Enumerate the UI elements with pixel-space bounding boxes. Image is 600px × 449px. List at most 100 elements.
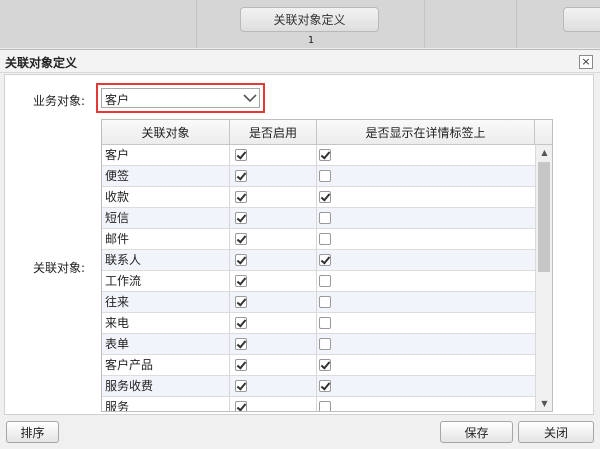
business-object-select[interactable]: 客户: [101, 88, 260, 108]
show-in-tab-checkbox[interactable]: [319, 380, 331, 392]
enabled-cell: [230, 166, 317, 186]
related-objects-grid: 关联对象 是否启用 是否显示在详情标签上 客户 便签 收款 短信 邮件 联系人 工作流 往来来…: [101, 119, 553, 412]
enabled-checkbox[interactable]: [235, 170, 247, 182]
table-row[interactable]: 联系人: [102, 250, 535, 271]
enabled-checkbox[interactable]: [235, 338, 247, 350]
enabled-checkbox[interactable]: [235, 359, 247, 371]
show-in-tab-checkbox[interactable]: [319, 233, 331, 245]
enabled-checkbox[interactable]: [235, 212, 247, 224]
background-row-number: 1: [307, 35, 315, 46]
related-objects-label: 关联对象:: [33, 261, 86, 275]
related-object-name: 便签: [102, 166, 230, 186]
show-in-tab-checkbox[interactable]: [319, 401, 331, 411]
table-row[interactable]: 便签: [102, 166, 535, 187]
enabled-cell: [230, 334, 317, 354]
show-in-tab-cell: [317, 208, 535, 228]
related-object-name: 短信: [102, 208, 230, 228]
show-in-tab-cell: [317, 313, 535, 333]
business-object-label: 业务对象:: [33, 94, 86, 108]
show-in-tab-checkbox[interactable]: [319, 170, 331, 182]
table-row[interactable]: 来电: [102, 313, 535, 334]
sort-button[interactable]: 排序: [6, 421, 59, 443]
show-in-tab-checkbox[interactable]: [319, 359, 331, 371]
table-row[interactable]: 收款: [102, 187, 535, 208]
related-object-name: 服务收费: [102, 376, 230, 396]
related-object-name: 往来: [102, 292, 230, 312]
table-row[interactable]: 邮件: [102, 229, 535, 250]
scrollbar-thumb[interactable]: [538, 162, 550, 272]
enabled-checkbox[interactable]: [235, 254, 247, 266]
enabled-checkbox[interactable]: [235, 233, 247, 245]
enabled-checkbox[interactable]: [235, 296, 247, 308]
related-object-name: 收款: [102, 187, 230, 207]
dialog-titlebar: 关联对象定义 ×: [0, 50, 600, 73]
show-in-tab-cell: [317, 166, 535, 186]
show-in-tab-cell: [317, 271, 535, 291]
dialog-title: 关联对象定义: [5, 56, 78, 70]
enabled-cell: [230, 208, 317, 228]
save-button[interactable]: 保存: [440, 421, 513, 443]
background-related-object-button[interactable]: 关联对象定义: [240, 7, 379, 32]
background-partial-button[interactable]: [563, 7, 600, 32]
enabled-cell: [230, 229, 317, 249]
table-row[interactable]: 表单: [102, 334, 535, 355]
enabled-checkbox[interactable]: [235, 317, 247, 329]
show-in-tab-checkbox[interactable]: [319, 149, 331, 161]
triangle-down-icon[interactable]: ▼: [536, 396, 552, 411]
enabled-cell: [230, 187, 317, 207]
table-row[interactable]: 短信: [102, 208, 535, 229]
grid-body: 客户 便签 收款 短信 邮件 联系人 工作流 往来 来电 表单 客户产品 服务收费 服务: [102, 145, 535, 411]
triangle-up-icon[interactable]: ▲: [536, 145, 552, 160]
enabled-checkbox[interactable]: [235, 380, 247, 392]
enabled-cell: [230, 376, 317, 396]
column-header-enabled[interactable]: 是否启用: [230, 120, 317, 144]
enabled-cell: [230, 145, 317, 165]
related-object-name: 来电: [102, 313, 230, 333]
related-object-name: 联系人: [102, 250, 230, 270]
show-in-tab-cell: [317, 397, 535, 411]
related-object-name: 客户: [102, 145, 230, 165]
table-row[interactable]: 往来: [102, 292, 535, 313]
related-object-name: 客户产品: [102, 355, 230, 375]
enabled-cell: [230, 250, 317, 270]
enabled-checkbox[interactable]: [235, 275, 247, 287]
enabled-checkbox[interactable]: [235, 149, 247, 161]
show-in-tab-cell: [317, 292, 535, 312]
table-row[interactable]: 服务收费: [102, 376, 535, 397]
background-column-divider: [516, 0, 517, 48]
show-in-tab-checkbox[interactable]: [319, 317, 331, 329]
column-header-related-object[interactable]: 关联对象: [102, 120, 230, 144]
enabled-cell: [230, 397, 317, 411]
show-in-tab-checkbox[interactable]: [319, 275, 331, 287]
show-in-tab-cell: [317, 145, 535, 165]
show-in-tab-checkbox[interactable]: [319, 191, 331, 203]
chevron-down-icon: [243, 94, 257, 103]
grid-scrollbar[interactable]: ▲ ▼: [535, 145, 552, 411]
show-in-tab-cell: [317, 250, 535, 270]
enabled-cell: [230, 313, 317, 333]
related-object-name: 邮件: [102, 229, 230, 249]
table-row[interactable]: 服务: [102, 397, 535, 411]
enabled-checkbox[interactable]: [235, 401, 247, 411]
show-in-tab-cell: [317, 229, 535, 249]
enabled-cell: [230, 292, 317, 312]
table-row[interactable]: 工作流: [102, 271, 535, 292]
background-column-divider: [424, 0, 425, 48]
show-in-tab-cell: [317, 376, 535, 396]
show-in-tab-checkbox[interactable]: [319, 254, 331, 266]
related-object-name: 工作流: [102, 271, 230, 291]
business-object-selected-value: 客户: [105, 93, 130, 107]
enabled-cell: [230, 271, 317, 291]
enabled-checkbox[interactable]: [235, 191, 247, 203]
column-header-show-in-tab[interactable]: 是否显示在详情标签上: [317, 120, 535, 144]
close-button[interactable]: 关闭: [518, 421, 594, 443]
grid-header: 关联对象 是否启用 是否显示在详情标签上: [102, 120, 552, 145]
show-in-tab-checkbox[interactable]: [319, 338, 331, 350]
table-row[interactable]: 客户: [102, 145, 535, 166]
show-in-tab-checkbox[interactable]: [319, 212, 331, 224]
table-row[interactable]: 客户产品: [102, 355, 535, 376]
show-in-tab-checkbox[interactable]: [319, 296, 331, 308]
show-in-tab-cell: [317, 355, 535, 375]
background-column-divider: [196, 0, 197, 48]
close-icon[interactable]: ×: [579, 55, 593, 69]
